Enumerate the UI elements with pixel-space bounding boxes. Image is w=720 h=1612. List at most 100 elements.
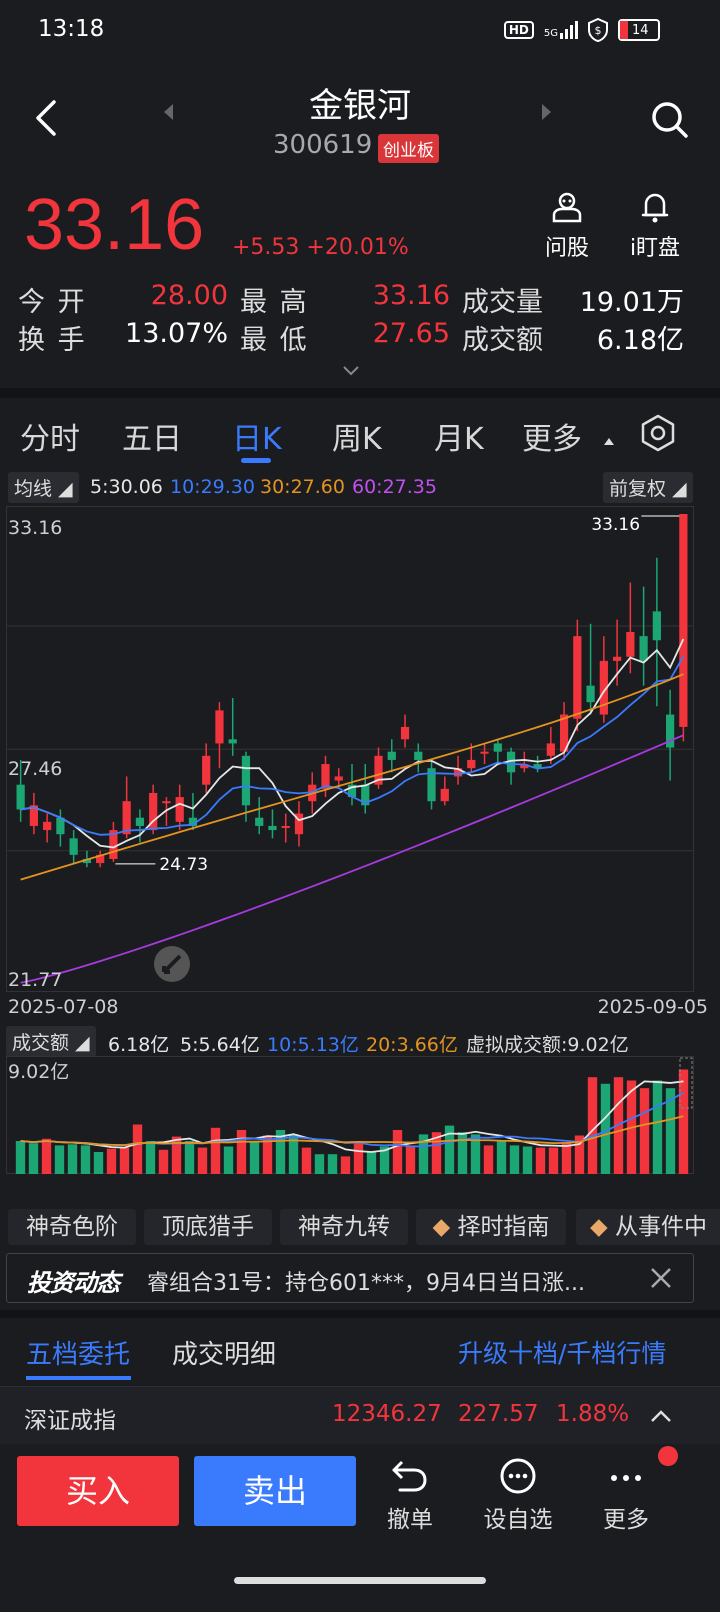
candle — [586, 623, 595, 715]
home-indicator[interactable] — [234, 1577, 486, 1584]
turnover-value: 13.07% — [125, 318, 228, 349]
feature-timing-guide[interactable]: ◆ 择时指南 — [416, 1209, 566, 1245]
candle-body — [16, 784, 25, 810]
virtual-volume: 虚拟成交额:9.02亿 — [466, 1034, 629, 1056]
volume-bar — [301, 1147, 312, 1174]
volume-chart[interactable]: 9.02亿 — [6, 1056, 694, 1174]
volume-selector[interactable]: 成交额 ◢ — [6, 1026, 96, 1057]
index-change: 227.57 — [458, 1401, 539, 1427]
candle — [440, 776, 449, 806]
index-bar[interactable]: 深证成指 12346.27 227.57 1.88% — [0, 1386, 720, 1444]
volume-bar — [496, 1141, 507, 1174]
ma10-line — [20, 656, 685, 836]
search-icon[interactable] — [650, 100, 690, 140]
feature-color-scale[interactable]: 神奇色阶 — [8, 1209, 136, 1245]
kline-chart[interactable]: 33.16 27.46 21.77 33.16 24.73 — [6, 506, 694, 992]
order-tab-underline — [26, 1376, 131, 1380]
buy-button[interactable]: 买入 — [17, 1456, 179, 1526]
tab-daily-k[interactable]: 日K — [232, 414, 282, 458]
y-axis-mid: 27.46 — [8, 758, 62, 780]
ma30-value: 30:27.60 — [260, 476, 345, 498]
volume-bar — [93, 1152, 104, 1174]
chevron-down-icon[interactable] — [342, 364, 360, 378]
watch-market-button[interactable]: i盯盘 — [615, 190, 695, 262]
candle-body — [546, 743, 555, 756]
candle — [29, 792, 38, 835]
index-name: 深证成指 — [24, 1408, 116, 1434]
ellipsis-icon — [611, 1475, 641, 1481]
tab-intraday[interactable]: 分时 — [20, 414, 80, 458]
amount-value: 6.18亿 — [596, 325, 684, 356]
feature-nine-turn[interactable]: 神奇九转 — [280, 1209, 408, 1245]
candle-body — [43, 821, 52, 831]
add-watchlist-label: 设自选 — [483, 1507, 553, 1533]
draw-tool-icon — [154, 946, 190, 982]
candle-body — [414, 751, 423, 760]
shield-icon: $ — [588, 18, 608, 42]
status-time: 13:18 — [38, 16, 105, 42]
volume-bar — [483, 1145, 494, 1174]
volume-bar — [639, 1088, 650, 1174]
tab-order-book[interactable]: 五档委托 — [26, 1334, 130, 1371]
candle — [520, 751, 529, 773]
news-banner[interactable]: 投资动态 睿组合31号：持仓601***，9月4日当日涨... — [6, 1253, 694, 1303]
last-price: 33.16 — [24, 185, 205, 265]
candle — [281, 813, 290, 843]
chart-tabs: 分时 五日 日K 周K 月K 更多 — [0, 408, 720, 464]
volume-ma5: 5:5.64亿 — [180, 1034, 260, 1056]
candle — [96, 850, 105, 868]
ma-selector[interactable]: 均线 ◢ — [8, 472, 79, 503]
volume-y-top: 9.02亿 — [8, 1061, 69, 1083]
feature-from-event[interactable]: ◆ 从事件中 — [576, 1209, 720, 1245]
upgrade-link[interactable]: 升级十档/千档行情 — [458, 1334, 666, 1370]
adjust-selector[interactable]: 前复权 ◢ — [603, 472, 693, 503]
open-value: 28.00 — [150, 280, 228, 311]
tab-more[interactable]: 更多 — [522, 414, 582, 458]
tab-monthly-k[interactable]: 月K — [434, 414, 484, 458]
volume-value: 19.01万 — [579, 287, 684, 318]
candle — [400, 714, 410, 748]
volume-bar — [158, 1149, 169, 1174]
end-date: 2025-09-05 — [597, 996, 708, 1018]
candle-body — [122, 801, 131, 835]
candle — [109, 821, 118, 862]
stock-name: 金银河 — [309, 86, 411, 126]
ask-stock-button[interactable]: 问股 — [527, 190, 607, 262]
volume-bar — [509, 1145, 520, 1174]
candle-body — [334, 776, 343, 781]
candle-body — [586, 685, 595, 703]
candle — [427, 759, 436, 810]
cancel-order-button[interactable]: 撤单 — [360, 1458, 460, 1534]
volume-bar — [223, 1146, 234, 1174]
volume-bar — [132, 1124, 143, 1174]
candle — [202, 743, 211, 793]
candle-body — [440, 788, 449, 802]
close-icon[interactable] — [649, 1266, 673, 1290]
volume-bar — [327, 1154, 338, 1174]
tab-trade-detail[interactable]: 成交明细 — [172, 1334, 276, 1371]
feature-top-bottom[interactable]: 顶底猎手 — [144, 1209, 272, 1245]
add-watchlist-button[interactable]: 设自选 — [468, 1458, 568, 1534]
volume-bar — [353, 1143, 364, 1174]
from-event-label: 从事件中 — [615, 1214, 707, 1240]
volume-bar — [587, 1077, 598, 1174]
status-icons: HD 5G $ 14 — [503, 18, 660, 42]
sell-button[interactable]: 卖出 — [194, 1456, 356, 1526]
candle-body — [387, 751, 396, 760]
cancel-order-label: 撤单 — [387, 1507, 433, 1533]
candle — [56, 809, 65, 847]
high-label: 最 高 — [240, 287, 309, 318]
candle — [175, 784, 184, 831]
tab-weekly-k[interactable]: 周K — [332, 414, 382, 458]
ma5-value: 5:30.06 — [90, 476, 163, 498]
price-change: +5.53 +20.01% — [232, 235, 409, 260]
more-button[interactable]: 更多 — [576, 1458, 676, 1534]
volume-bar — [15, 1141, 26, 1174]
tab-five-day[interactable]: 五日 — [122, 414, 182, 458]
news-text[interactable]: 睿组合31号：持仓601***，9月4日当日涨... — [147, 1265, 617, 1297]
chevron-up-icon[interactable] — [650, 1409, 672, 1423]
volume-value: 6.18亿 — [108, 1034, 170, 1056]
candle — [599, 636, 608, 723]
start-date: 2025-07-08 — [8, 996, 119, 1018]
gear-icon[interactable] — [638, 413, 678, 453]
